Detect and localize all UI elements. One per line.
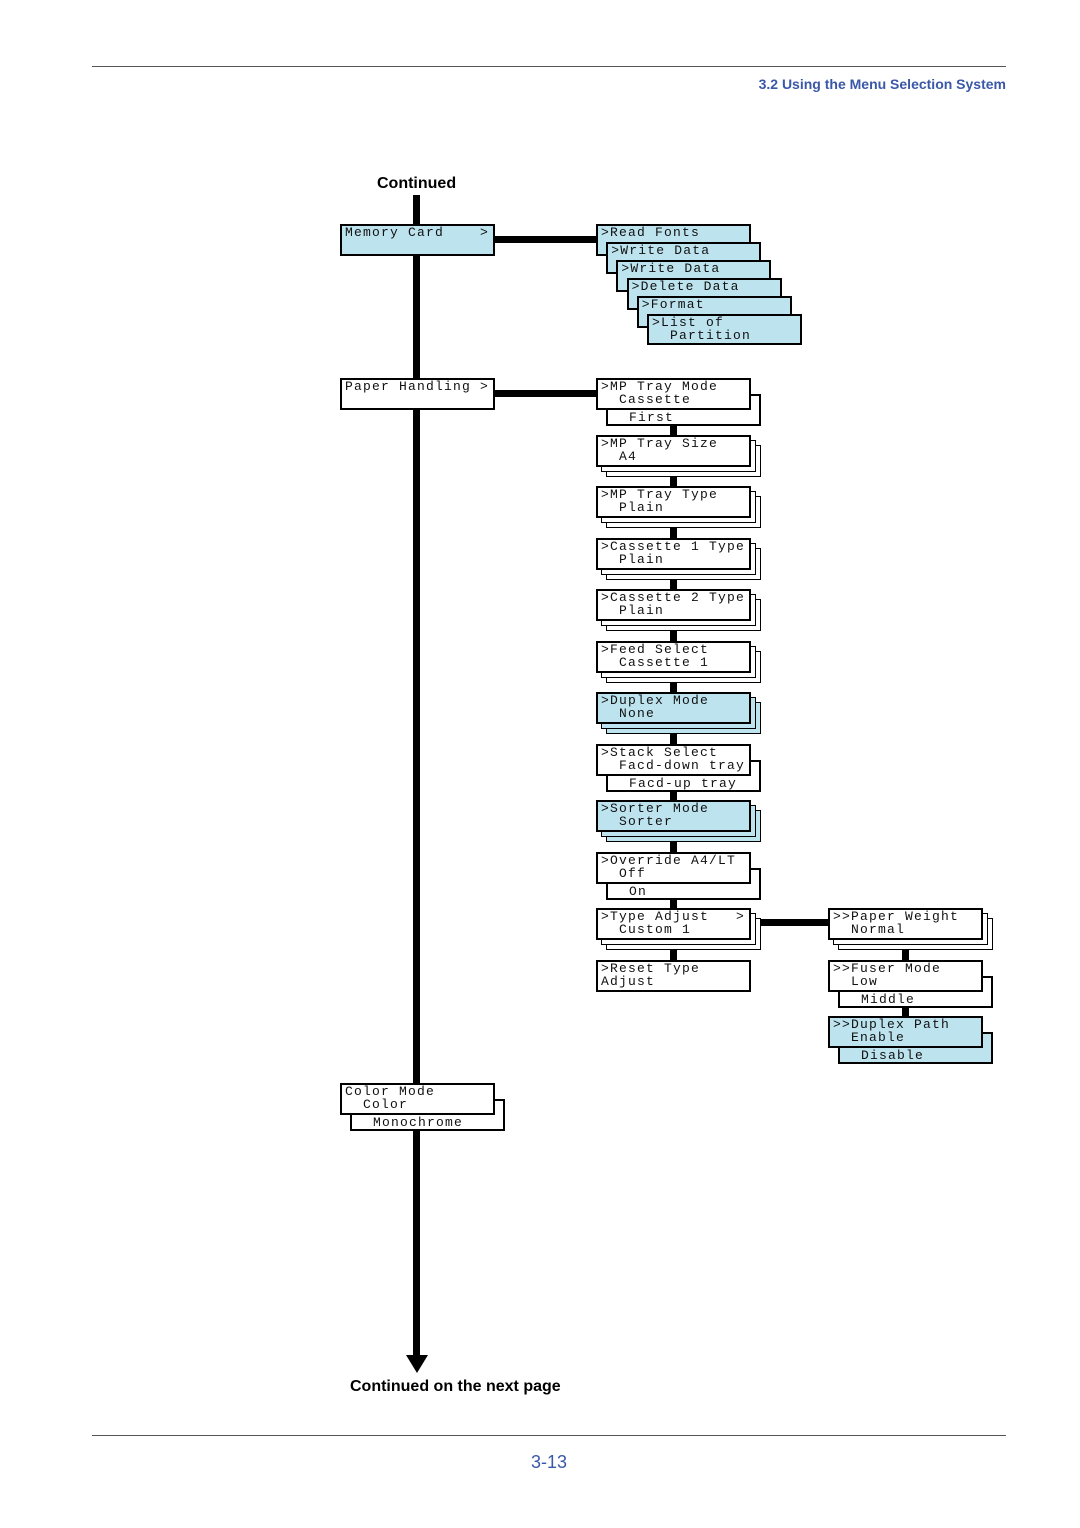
menu-box-paper-handling[interactable]: >MP Tray Size A4 — [596, 435, 751, 467]
menu-line: >Read Fonts — [601, 225, 701, 240]
option-label: On — [611, 884, 648, 899]
menu-line: Cassette — [601, 391, 692, 407]
menu-box-paper-handling[interactable]: >MP Tray Mode Cassette — [596, 378, 751, 410]
connector-memory-card — [495, 236, 596, 243]
menu-line: Plain — [601, 551, 665, 567]
menu-line: >Delete Data — [631, 279, 740, 294]
menu-box-paper-handling[interactable]: >Stack Select Facd-down tray — [596, 744, 751, 776]
menu-line: Cassette 1 — [601, 654, 710, 670]
menu-box-paper-handling[interactable]: >Override A4/LT Off — [596, 852, 751, 884]
page-number: 3-13 — [530, 1452, 568, 1472]
option-label: Middle — [843, 992, 916, 1007]
menu-box-type-adjust[interactable]: >>Duplex Path Enable — [828, 1016, 983, 1048]
menu-line: Plain — [601, 499, 665, 515]
header-rule — [92, 66, 1006, 67]
menu-line: Normal — [833, 921, 906, 937]
menu-line: Enable — [833, 1029, 906, 1045]
menu-line: Memory Card > — [345, 225, 490, 240]
option-label: Disable — [843, 1048, 925, 1063]
continued-next-caption: Continued on the next page — [350, 1378, 561, 1395]
menu-line: Adjust — [601, 973, 656, 989]
connector-paper-handling — [495, 390, 596, 397]
menu-line: >Write Data — [621, 261, 721, 276]
menu-box-paper-handling[interactable]: >Duplex Mode None — [596, 692, 751, 724]
main-flow-line — [413, 195, 420, 1357]
menu-line: Color — [345, 1096, 409, 1112]
manual-page: 3.2 Using the Menu Selection System Cont… — [0, 0, 1080, 1528]
menu-box-main[interactable]: Paper Handling > — [340, 378, 495, 410]
menu-box-main[interactable]: Color Mode Color — [340, 1083, 495, 1115]
menu-box-type-adjust[interactable]: >>Paper Weight Normal — [828, 908, 983, 940]
menu-line: Facd-down tray — [601, 757, 746, 773]
option-label: Monochrome — [355, 1115, 464, 1130]
menu-line: Sorter — [601, 813, 674, 829]
menu-line: Partition — [652, 327, 752, 343]
footer-rule — [92, 1435, 1006, 1436]
option-label: Facd-up tray — [611, 776, 738, 791]
menu-line: Plain — [601, 602, 665, 618]
menu-box-memory-card[interactable]: >List of Partition — [647, 314, 802, 345]
menu-line: Low — [833, 973, 879, 989]
option-label: First — [611, 410, 675, 425]
menu-box-main[interactable]: Memory Card > — [340, 224, 495, 256]
menu-line: >Write Data — [611, 243, 711, 258]
menu-line: A4 — [601, 448, 638, 464]
menu-line: None — [601, 705, 656, 721]
connector-type-adjust — [761, 919, 828, 926]
menu-box-type-adjust[interactable]: >>Fuser Mode Low — [828, 960, 983, 992]
menu-box-paper-handling[interactable]: >Sorter Mode Sorter — [596, 800, 751, 832]
menu-box-paper-handling[interactable]: >Reset Type Adjust — [596, 960, 751, 992]
menu-box-paper-handling[interactable]: >Feed Select Cassette 1 — [596, 641, 751, 673]
menu-line: Paper Handling > — [345, 379, 490, 394]
section-header: 3.2 Using the Menu Selection System — [758, 76, 1006, 92]
menu-box-paper-handling[interactable]: >Type Adjust > Custom 1 — [596, 908, 751, 940]
down-arrow-icon — [406, 1355, 428, 1373]
menu-line: >Format — [641, 297, 705, 312]
menu-box-paper-handling[interactable]: >Cassette 1 Type Plain — [596, 538, 751, 570]
menu-box-paper-handling[interactable]: >MP Tray Type Plain — [596, 486, 751, 518]
menu-line: Off — [601, 865, 647, 881]
menu-box-paper-handling[interactable]: >Cassette 2 Type Plain — [596, 589, 751, 621]
continued-caption: Continued — [377, 175, 457, 192]
menu-line: Custom 1 — [601, 921, 692, 937]
